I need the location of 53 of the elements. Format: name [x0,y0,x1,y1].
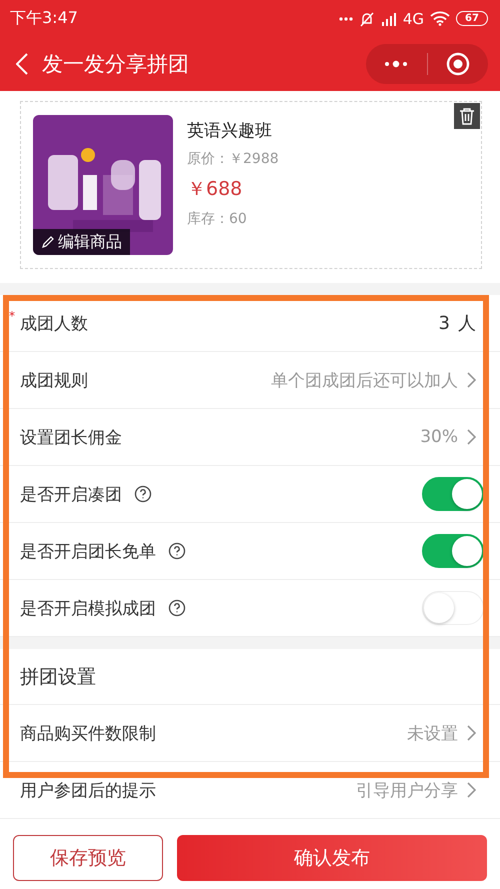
setting-label: 商品购买件数限制 [20,722,156,744]
wifi-icon [430,11,450,26]
setting-label: 是否开启模拟成团 [20,598,156,620]
help-icon[interactable] [168,542,186,560]
delete-button[interactable] [454,103,480,129]
setting-label: 成团人数 [20,312,88,334]
setting-row[interactable]: 是否开启凑团 [0,466,500,523]
setting-row[interactable]: 成团规则 单个团成团后还可以加人 [0,352,500,409]
toggle-switch[interactable] [422,477,484,511]
back-icon[interactable] [16,53,28,75]
setting-label: 是否开启凑团 [20,484,122,506]
chevron-right-icon [466,372,476,388]
help-icon[interactable] [168,599,186,617]
battery-level: 67 [456,11,488,26]
setting-row[interactable]: 是否开启团长免单 [0,523,500,580]
setting-value: 单个团成团后还可以加人 [271,370,458,392]
muted-bell-icon [358,10,375,26]
help-icon[interactable] [134,485,152,503]
chevron-right-icon [466,782,476,798]
setting-row[interactable]: 商品购买件数限制 未设置 [0,705,500,762]
required-mark: * [9,309,15,323]
setting-label: 用户参团后的提示 [20,780,156,802]
more-dots-icon [338,16,353,20]
setting-label: 设置团长佣金 [20,426,122,448]
status-time: 下午3:47 [10,8,78,29]
setting-value: 30% [420,427,458,447]
target-icon [446,52,470,76]
unit-label: 人 [458,312,476,335]
setting-value: 引导用户分享 [356,780,458,802]
toggle-switch[interactable] [422,534,484,568]
save-preview-button[interactable]: 保存预览 [13,835,163,881]
pencil-icon [41,235,55,249]
setting-row[interactable]: * 成团人数 3 人 [0,295,500,352]
setting-row[interactable]: 设置团长佣金 30% [0,409,500,466]
chevron-right-icon [466,725,476,741]
trash-icon [459,107,475,125]
setting-row[interactable]: 用户参团后的提示 引导用户分享 [0,762,500,819]
more-dots-icon [384,60,408,68]
page-title: 发一发分享拼团 [42,51,189,78]
original-price: 原价：￥2988 [187,150,279,168]
section-title: 拼团设置 [20,664,96,690]
count-value: 3 [438,312,450,334]
group-price: ￥688 [187,177,244,202]
setting-label: 是否开启团长免单 [20,540,156,562]
publish-button[interactable]: 确认发布 [177,835,487,881]
edit-product-button[interactable]: 编辑商品 [33,229,130,255]
stock-count: 库存：60 [187,210,248,228]
product-name: 英语兴趣班 [187,120,273,142]
setting-value: 未设置 [407,722,458,744]
signal-icon [380,10,397,26]
chevron-right-icon [466,429,476,445]
network-type: 4G [402,10,424,28]
setting-label: 成团规则 [20,370,88,392]
